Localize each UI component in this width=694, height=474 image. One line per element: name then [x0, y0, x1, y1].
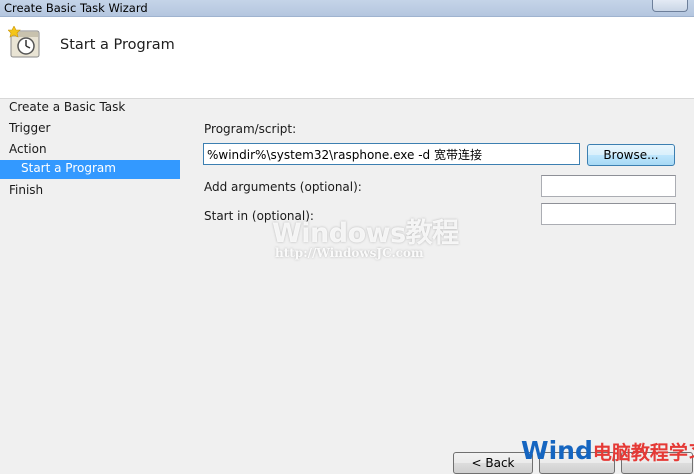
step-label: Action: [9, 142, 47, 156]
watermark-title: Windows教程: [272, 218, 459, 249]
start-in-input[interactable]: [541, 203, 676, 225]
close-button[interactable]: [652, 0, 688, 12]
add-arguments-label: Add arguments (optional):: [204, 180, 362, 194]
step-label: Start a Program: [21, 161, 116, 175]
window-title: Create Basic Task Wizard: [4, 1, 148, 15]
step-finish[interactable]: Finish: [0, 182, 180, 201]
task-clock-icon: [8, 26, 40, 58]
brand-watermark: Wind电脑教程学习网: [521, 436, 694, 472]
program-script-label: Program/script:: [204, 122, 297, 136]
watermark-url: http://WindowsJC.com: [275, 246, 424, 260]
page-title: Start a Program: [60, 37, 175, 53]
step-label: Trigger: [9, 121, 51, 135]
step-label: Create a Basic Task: [9, 100, 126, 114]
brand-prefix: Wind: [521, 436, 593, 465]
title-bar[interactable]: Create Basic Task Wizard: [0, 0, 694, 17]
program-script-input[interactable]: [203, 143, 580, 165]
wizard-body: Create a Basic Task Trigger Action Start…: [0, 99, 694, 474]
step-action[interactable]: Action: [0, 141, 180, 160]
step-trigger[interactable]: Trigger: [0, 120, 180, 139]
wizard-header: Start a Program: [0, 17, 694, 99]
step-create-basic-task[interactable]: Create a Basic Task: [0, 99, 180, 118]
browse-button[interactable]: Browse...: [587, 144, 675, 166]
step-start-a-program[interactable]: Start a Program: [0, 160, 180, 179]
brand-cn: 电脑教程学习网: [592, 442, 694, 464]
step-label: Finish: [9, 183, 44, 197]
add-arguments-input[interactable]: [541, 175, 676, 197]
